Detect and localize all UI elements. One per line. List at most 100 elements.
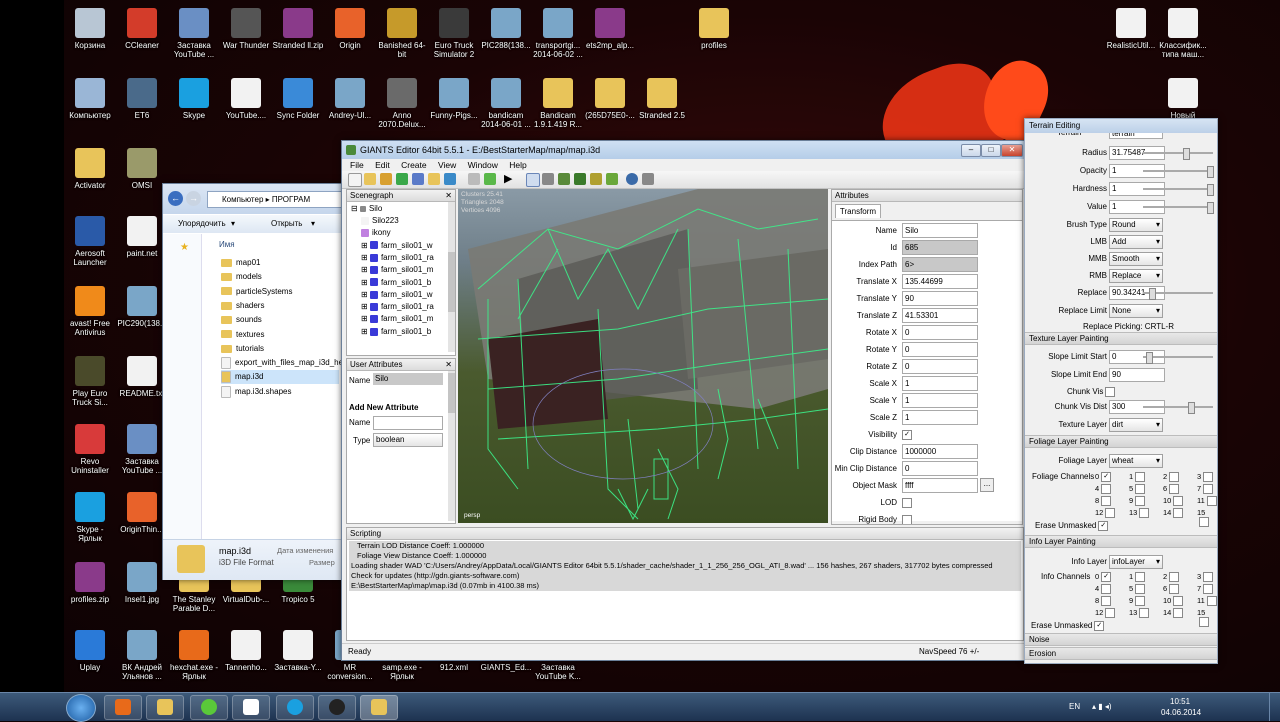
channel-checkbox[interactable]: ✓ — [1101, 572, 1112, 583]
attribute-checkbox[interactable] — [902, 515, 912, 524]
open-button[interactable]: Открыть — [271, 215, 302, 233]
desktop-icon[interactable]: Заставка YouTube ... — [168, 8, 220, 59]
attribute-value-field[interactable]: 0 — [902, 342, 978, 357]
channel-checkbox[interactable] — [1203, 572, 1214, 583]
save-icon[interactable] — [412, 173, 424, 185]
channel-checkbox[interactable] — [1105, 608, 1116, 619]
attribute-value-field[interactable]: 685 — [902, 240, 978, 255]
slider-handle[interactable] — [1149, 288, 1157, 300]
back-button[interactable]: ← — [168, 191, 183, 206]
3d-viewport[interactable]: Clusters 25.41 Triangles 2048 Vertices 4… — [458, 189, 828, 523]
close-icon[interactable]: ✕ — [445, 359, 452, 370]
desktop-icon[interactable]: Tannenho... — [220, 630, 272, 672]
channel-checkbox[interactable] — [1101, 496, 1112, 507]
channel-checkbox[interactable] — [1169, 572, 1180, 583]
channel-checkbox[interactable] — [1101, 584, 1112, 595]
lmb-select[interactable]: Add — [1109, 235, 1163, 249]
foliage-paint-icon[interactable] — [606, 173, 618, 185]
channel-checkbox[interactable] — [1206, 596, 1217, 607]
globe-icon[interactable] — [626, 173, 638, 185]
texture-layer-section[interactable]: Texture Layer Painting — [1025, 332, 1217, 345]
desktop-icon[interactable]: Sync Folder — [272, 78, 324, 120]
tree-node[interactable]: ⊞ farm_silo01_m — [361, 313, 433, 325]
edit-icon[interactable] — [380, 173, 392, 185]
expand-icon[interactable]: ⊞ — [361, 327, 370, 336]
breadcrumb-program[interactable]: ПРОГРАМ — [272, 195, 310, 204]
desktop-icon[interactable]: README.txt — [116, 356, 168, 398]
rotate-tool-icon[interactable] — [558, 173, 570, 185]
desktop-icon[interactable]: PIC290(138... — [116, 286, 168, 328]
channel-checkbox[interactable] — [1135, 584, 1146, 595]
channel-checkbox[interactable] — [1203, 584, 1214, 595]
tab-transform[interactable]: Transform — [835, 204, 881, 218]
channel-checkbox[interactable] — [1135, 472, 1146, 483]
channel-checkbox[interactable] — [1206, 496, 1217, 507]
desktop-icon[interactable]: bandicam 2014-06-01 ... — [480, 78, 532, 129]
brush-opacity-slider[interactable] — [1143, 166, 1214, 178]
desktop-icon[interactable]: OriginThin... — [116, 492, 168, 534]
desktop-icon[interactable]: Uplay — [64, 630, 116, 672]
terrain-sculpt-icon[interactable] — [574, 173, 586, 185]
foliage-erase-unmasked-checkbox[interactable]: ✓ — [1098, 521, 1109, 531]
info-layer-select[interactable]: infoLayer — [1109, 555, 1163, 569]
desktop-icon[interactable]: Корзина — [64, 8, 116, 50]
foliage-channel[interactable]: 8 — [1095, 496, 1112, 507]
file-list-item[interactable]: export_with_files_map_i3d_he — [221, 356, 343, 370]
refresh-icon[interactable] — [396, 173, 408, 185]
close-icon[interactable]: ✕ — [445, 190, 452, 201]
channel-checkbox[interactable] — [1135, 496, 1146, 507]
language-indicator[interactable]: EN — [1069, 702, 1080, 711]
desktop-icon[interactable]: Anno 2070.Delux... — [376, 78, 428, 129]
desktop-icon[interactable]: RealisticUtil... — [1105, 8, 1157, 50]
file-list-item[interactable]: models — [221, 270, 262, 284]
menu-edit[interactable]: Edit — [375, 160, 390, 170]
foliage-channel[interactable]: 2 — [1163, 472, 1180, 483]
desktop-icon[interactable]: Новый — [1157, 78, 1209, 120]
desktop-icon[interactable]: Компьютер — [64, 78, 116, 120]
desktop-icon[interactable]: Aerosoft Launcher — [64, 216, 116, 267]
terrain-select[interactable]: terrain — [1109, 133, 1163, 139]
desktop-icon[interactable]: Stranded ll.zip — [272, 8, 324, 50]
info-channel[interactable]: 12 — [1095, 608, 1116, 619]
tree-node[interactable]: ⊞ farm_silo01_w — [361, 240, 433, 252]
script-input[interactable] — [349, 593, 1019, 637]
slider-handle[interactable] — [1207, 166, 1214, 178]
foliage-channel[interactable]: 11 — [1197, 496, 1217, 507]
desktop-icon[interactable]: Skype - Ярлык — [64, 492, 116, 543]
desktop-icon[interactable]: Заставка-Y... — [272, 630, 324, 672]
brush-radius-slider[interactable] — [1143, 148, 1213, 160]
info-channel[interactable]: 9 — [1129, 596, 1146, 607]
expand-icon[interactable]: ⊞ — [361, 253, 370, 262]
foliage-channel[interactable]: 4 — [1095, 484, 1112, 495]
channel-checkbox[interactable] — [1135, 596, 1146, 607]
brush-value-slider[interactable] — [1143, 202, 1214, 214]
desktop-icon[interactable]: PIC288(138... — [480, 8, 532, 50]
undo-icon[interactable] — [468, 173, 480, 185]
redo-icon[interactable] — [484, 173, 496, 185]
menu-file[interactable]: File — [350, 160, 364, 170]
export-icon[interactable] — [428, 173, 440, 185]
slider-handle[interactable] — [1207, 202, 1214, 214]
foliage-channel[interactable]: 6 — [1163, 484, 1180, 495]
attribute-value-field[interactable]: 1 — [902, 393, 978, 408]
channel-checkbox[interactable] — [1169, 584, 1180, 595]
tree-node[interactable]: ikony — [361, 227, 391, 239]
attribute-value-field[interactable]: 1000000 — [902, 444, 978, 459]
tree-node[interactable]: ⊞ farm_silo01_ra — [361, 301, 434, 313]
desktop-icon[interactable]: paint.net — [116, 216, 168, 258]
giants-titlebar[interactable]: GIANTS Editor 64bit 5.5.1 - E:/BestStart… — [342, 141, 1025, 159]
taskbar-icq[interactable] — [190, 695, 228, 720]
channel-checkbox[interactable] — [1105, 508, 1116, 519]
info-channel[interactable]: 2 — [1163, 572, 1180, 583]
channel-checkbox[interactable] — [1169, 484, 1180, 495]
expand-icon[interactable]: ⊞ — [361, 241, 370, 250]
object-mask-button[interactable]: ... — [980, 478, 994, 492]
import-icon[interactable] — [444, 173, 456, 185]
desktop-icon[interactable]: Заставка YouTube ... — [116, 424, 168, 475]
channel-checkbox[interactable] — [1173, 596, 1184, 607]
tree-root[interactable]: ⊟ Silo — [351, 203, 382, 215]
desktop-icon[interactable]: Классифик... типа маш... — [1157, 8, 1209, 59]
slope-limit-start-slider[interactable] — [1143, 352, 1213, 364]
info-erase-unmasked-checkbox[interactable]: ✓ — [1094, 621, 1105, 631]
attribute-value-field[interactable]: 0 — [902, 461, 978, 476]
